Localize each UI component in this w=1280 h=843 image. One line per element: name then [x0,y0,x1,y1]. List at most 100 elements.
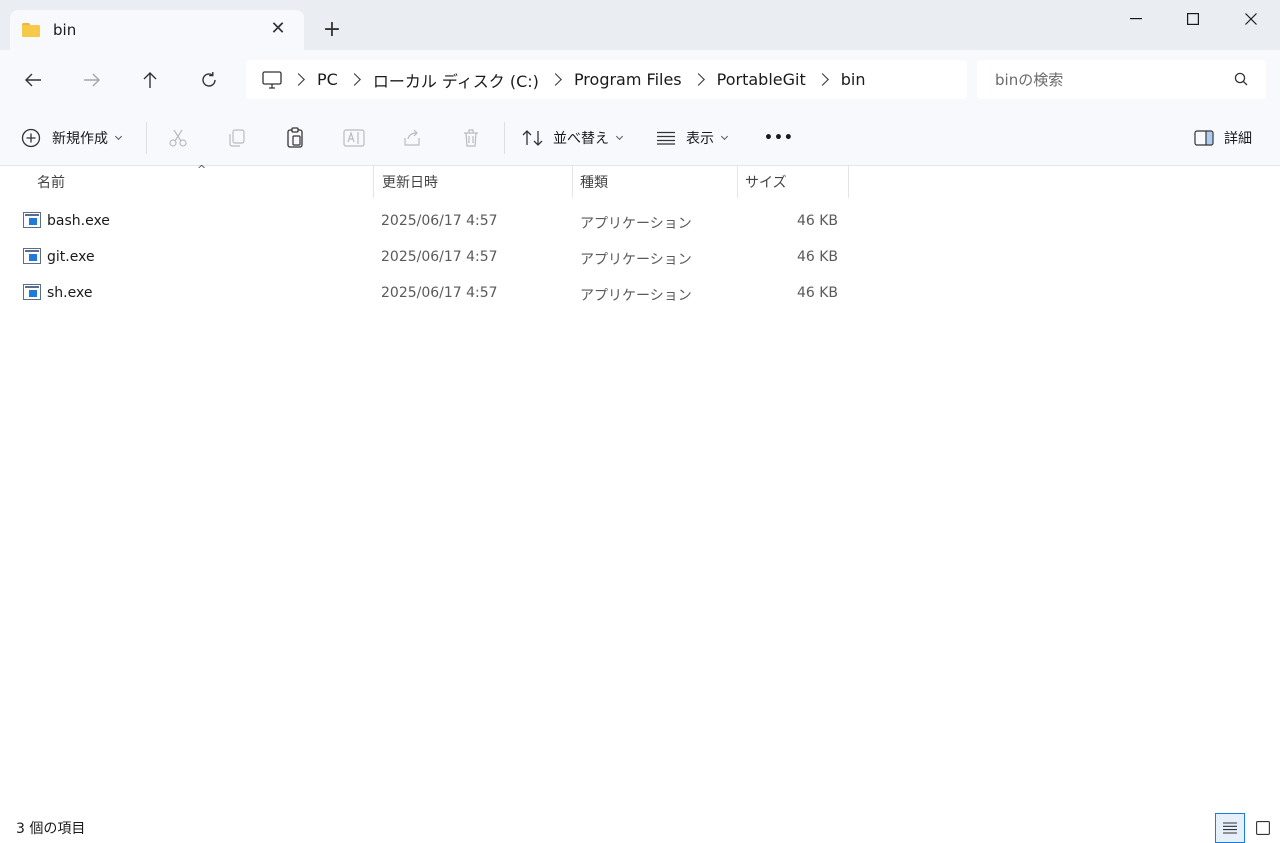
large-icons-view-button[interactable] [1249,813,1277,843]
column-header-name[interactable]: 名前 [37,166,65,198]
search-box[interactable]: binの検索 [977,60,1266,99]
sort-button[interactable]: 並べ替え [522,123,624,153]
file-type: アプリケーション [580,288,692,304]
application-icon [23,248,41,264]
minimize-icon [1130,18,1142,20]
chevron-down-icon [615,132,624,141]
column-header-date[interactable]: 更新日時 [382,166,438,198]
file-size: 46 KB [796,249,838,265]
details-view-button[interactable] [1215,813,1245,843]
chevron-right-icon[interactable] [691,73,705,86]
minimize-button[interactable] [1107,0,1165,38]
file-row[interactable]: sh.exe 2025/06/17 4:57 アプリケーション 46 KB [14,275,850,311]
breadcrumb-bin[interactable]: bin [841,70,866,89]
new-button-label: 新規作成 [52,131,108,147]
file-date: 2025/06/17 4:57 [381,249,498,265]
forward-button[interactable] [75,64,109,96]
chevron-down-icon [114,132,123,141]
column-header-type[interactable]: 種類 [580,166,608,198]
application-icon [23,212,41,228]
details-pane-icon [1194,130,1214,146]
add-circle-icon [21,128,41,148]
arrow-left-icon [25,73,41,87]
file-row[interactable]: git.exe 2025/06/17 4:57 アプリケーション 46 KB [14,239,850,275]
file-size: 46 KB [796,213,838,229]
rename-icon [343,129,365,147]
chevron-right-icon[interactable] [815,73,829,86]
view-button[interactable]: 表示 [656,123,729,153]
tab-bin[interactable]: bin ✕ [10,10,304,50]
close-button[interactable] [1222,0,1280,38]
scissors-icon [169,129,187,147]
column-divider[interactable] [737,166,738,198]
paste-button[interactable] [283,126,307,150]
navigation-bar: PC ローカル ディスク (C:) Program Files Portable… [0,50,1280,110]
clipboard-icon [287,127,303,148]
column-header-size[interactable]: サイズ [745,166,787,198]
file-date: 2025/06/17 4:57 [381,285,498,301]
computer-icon [262,70,282,89]
new-tab-button[interactable]: + [320,19,344,43]
column-divider[interactable] [373,166,374,198]
trash-icon [464,129,478,147]
chevron-right-icon[interactable] [549,73,562,86]
share-button[interactable] [400,126,424,150]
back-button[interactable] [16,64,50,96]
application-icon [23,284,41,300]
file-name: git.exe [47,249,95,265]
breadcrumb-program-files[interactable]: Program Files [574,70,682,89]
column-divider[interactable] [572,166,573,198]
file-size: 46 KB [796,285,838,301]
file-type: アプリケーション [580,216,692,232]
chevron-right-icon[interactable] [347,73,361,86]
sort-button-label: 並べ替え [553,131,609,147]
item-count: 3 個の項目 [16,821,86,837]
sort-icon [522,130,543,146]
file-type: アプリケーション [580,252,692,268]
divider [504,122,505,154]
close-icon [1245,13,1257,25]
copy-button[interactable] [225,126,249,150]
breadcrumb-portablegit[interactable]: PortableGit [717,70,806,89]
maximize-button[interactable] [1164,0,1222,38]
share-icon [404,129,420,146]
arrow-right-icon [84,73,100,87]
view-button-label: 表示 [686,131,714,147]
file-name: sh.exe [47,285,93,301]
chevron-down-icon [720,132,729,141]
file-row[interactable]: bash.exe 2025/06/17 4:57 アプリケーション 46 KB [14,203,850,239]
breadcrumb-pc[interactable]: PC [317,70,338,89]
arrow-up-icon [143,72,157,88]
delete-button[interactable] [459,126,483,150]
copy-icon [229,129,245,147]
more-options-button[interactable]: ••• [764,123,794,153]
refresh-button[interactable] [192,64,226,96]
rename-button[interactable] [342,126,366,150]
tab-close-icon[interactable]: ✕ [268,19,288,39]
breadcrumb-local-disk[interactable]: ローカル ディスク (C:) [373,68,539,92]
view-list-icon [657,131,675,145]
details-view-icon [1223,822,1237,834]
chevron-right-icon [292,73,305,86]
up-button[interactable] [133,64,167,96]
file-date: 2025/06/17 4:57 [381,213,498,229]
column-divider[interactable] [848,166,849,198]
details-pane-button[interactable]: 詳細 [1194,123,1252,153]
more-icon: ••• [764,130,794,146]
search-placeholder: binの検索 [995,71,1064,89]
file-name: bash.exe [47,213,110,229]
details-pane-label: 詳細 [1224,131,1252,147]
title-bar: bin ✕ + [0,0,1280,50]
address-bar[interactable]: PC ローカル ディスク (C:) Program Files Portable… [246,60,967,99]
tab-title: bin [53,21,77,39]
tiles-view-icon [1256,821,1270,835]
new-button[interactable]: 新規作成 [21,123,123,153]
refresh-icon [202,72,216,87]
cut-button[interactable] [166,126,190,150]
command-bar: 新規作成 並べ替え 表示 ••• 詳細 [0,110,1280,166]
divider [146,122,147,154]
folder-icon [22,23,40,37]
sort-ascending-icon: ^ [197,163,207,176]
search-icon[interactable] [1234,72,1248,90]
maximize-icon [1187,13,1199,25]
